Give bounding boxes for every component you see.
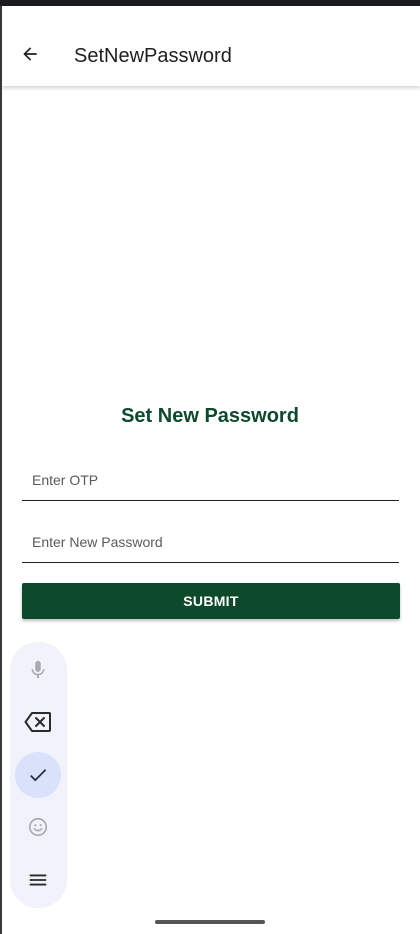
menu-icon bbox=[29, 874, 47, 886]
backspace-icon bbox=[24, 712, 51, 732]
new-password-field bbox=[22, 522, 399, 563]
keyboard-toolbar bbox=[10, 642, 67, 908]
new-password-input[interactable] bbox=[22, 522, 399, 562]
done-button[interactable] bbox=[15, 752, 61, 798]
voice-input-button[interactable] bbox=[15, 647, 61, 693]
emoji-button[interactable] bbox=[15, 804, 61, 850]
arrow-left-icon bbox=[23, 47, 37, 61]
back-button[interactable] bbox=[12, 36, 48, 72]
home-indicator[interactable] bbox=[155, 920, 265, 924]
otp-input[interactable] bbox=[22, 460, 399, 500]
microphone-icon bbox=[31, 660, 45, 679]
emoji-icon bbox=[28, 817, 48, 837]
backspace-button[interactable] bbox=[15, 699, 61, 745]
checkmark-icon bbox=[30, 769, 47, 782]
app-bar-title: SetNewPassword bbox=[74, 45, 232, 67]
keyboard-menu-button[interactable] bbox=[15, 857, 61, 903]
window-edge bbox=[0, 6, 2, 934]
otp-field bbox=[22, 460, 399, 501]
submit-button[interactable]: SUBMIT bbox=[22, 583, 400, 619]
form-heading: Set New Password bbox=[121, 405, 299, 427]
